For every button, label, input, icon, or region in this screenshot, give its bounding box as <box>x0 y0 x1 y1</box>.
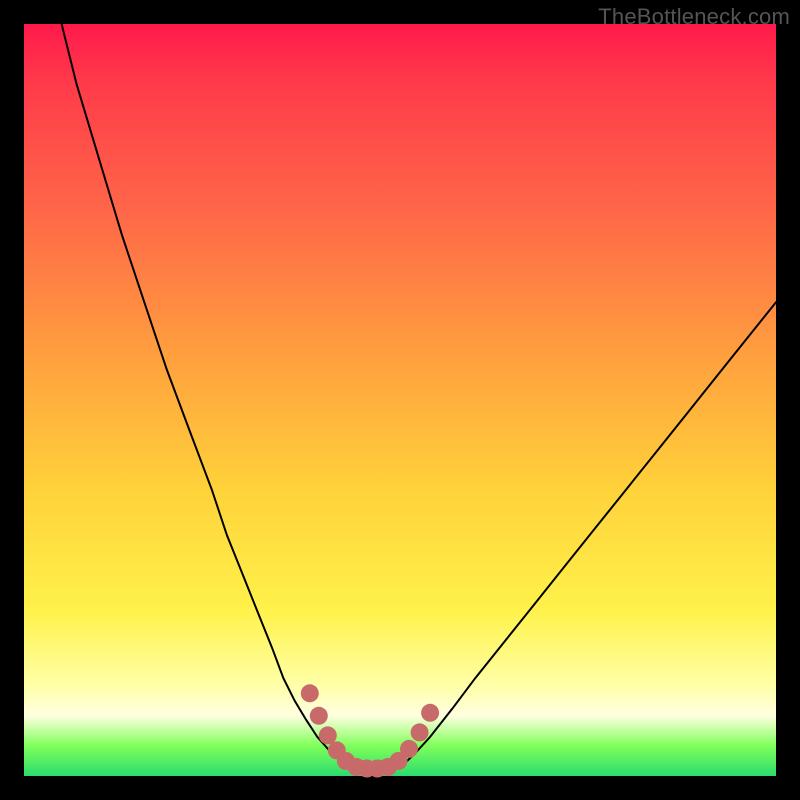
chart-svg <box>24 24 776 776</box>
valley-marker <box>400 740 418 758</box>
valley-marker <box>310 707 328 725</box>
valley-marker <box>411 723 429 741</box>
bottleneck-curve <box>62 24 776 769</box>
valley-marker <box>319 726 337 744</box>
valley-marker-group <box>301 684 439 777</box>
valley-marker <box>301 684 319 702</box>
outer-frame: TheBottleneck.com <box>0 0 800 800</box>
valley-marker <box>421 704 439 722</box>
chart-plot-area <box>24 24 776 776</box>
